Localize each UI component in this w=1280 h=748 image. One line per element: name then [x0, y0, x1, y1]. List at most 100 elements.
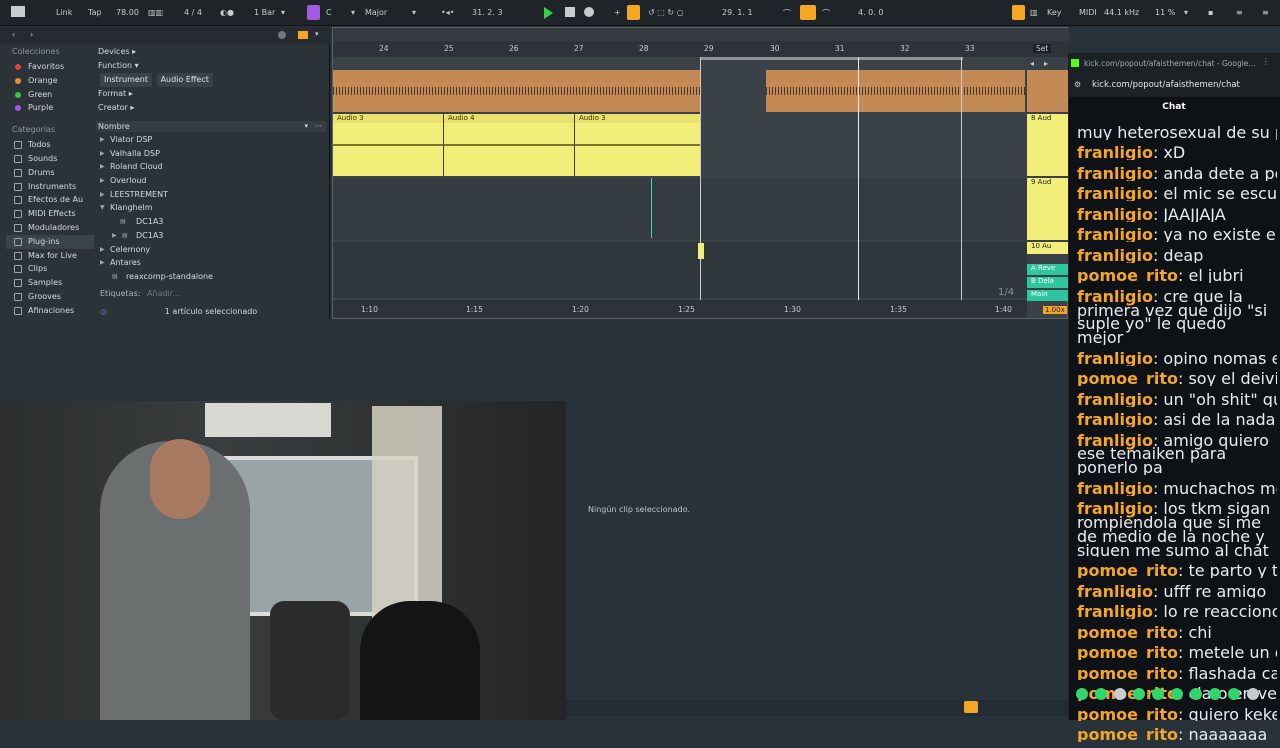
filter-function[interactable]: Function ▾ — [96, 59, 324, 73]
tags-input[interactable]: Añadir... — [147, 289, 180, 298]
category-sounds[interactable]: Sounds — [6, 152, 94, 166]
draw-mode-button[interactable] — [1012, 5, 1025, 20]
more-options-icon[interactable]: ⋯ — [315, 121, 322, 132]
category-midi-effects[interactable]: MIDI Effects — [6, 207, 94, 221]
metronome-icon[interactable]: ▥▥ — [148, 8, 163, 17]
emote-icon[interactable] — [1209, 688, 1221, 700]
expand-arrow-icon[interactable]: ▶ — [100, 160, 105, 174]
emote-icon[interactable] — [1190, 688, 1202, 700]
return-track-header[interactable]: A Reve — [1027, 264, 1069, 275]
chat-username[interactable]: franligio — [1077, 167, 1153, 181]
menu-lines-icon[interactable]: ≡ — [1262, 8, 1269, 17]
punch-out-icon[interactable]: ⌒ — [822, 8, 830, 19]
tree-item[interactable]: ▶ Viator DSP — [96, 133, 326, 147]
expand-arrow-icon[interactable]: ▶ — [100, 174, 105, 188]
key-map-button[interactable]: Key — [1047, 8, 1062, 17]
chat-username[interactable]: pomoe_rito — [1077, 564, 1178, 578]
warning-icon[interactable] — [964, 701, 978, 713]
category-instruments[interactable]: Instruments — [6, 180, 94, 194]
back-arrow-icon[interactable]: ‹ — [12, 30, 15, 39]
loop-button[interactable] — [800, 5, 816, 20]
category-grooves[interactable]: Grooves — [6, 290, 94, 304]
chip-audio-effect[interactable]: Audio Effect — [156, 73, 213, 87]
empty-lane[interactable] — [333, 178, 1027, 240]
search-field[interactable] — [46, 30, 272, 40]
record-icon[interactable] — [584, 7, 594, 17]
collection-purple[interactable]: Purple — [6, 101, 94, 115]
loop-start[interactable]: 29. 1. 1 — [722, 8, 753, 17]
tempo-field[interactable]: 78.00 — [116, 8, 139, 17]
audio-clip[interactable]: Audio 4 — [444, 114, 574, 176]
audio-clip[interactable]: Audio 3 — [575, 114, 700, 176]
audio-clip[interactable] — [766, 70, 1025, 112]
site-settings-icon[interactable]: ⚙ — [1074, 80, 1081, 89]
category-plugins[interactable]: Plug-ins — [6, 234, 94, 249]
link-button[interactable]: Link — [56, 8, 72, 17]
track-header[interactable]: 10 Au — [1027, 242, 1069, 254]
emote-icon[interactable] — [1152, 688, 1164, 700]
category-samples[interactable]: Samples — [6, 276, 94, 290]
audio-clip[interactable]: Audio 3 — [333, 114, 443, 176]
collection-green[interactable]: Green — [6, 88, 94, 102]
arrangement-view[interactable]: 24 25 26 27 28 29 30 31 32 33 Set Audio … — [332, 27, 1069, 319]
track-header[interactable] — [1027, 70, 1069, 112]
tree-item[interactable]: ▶ Antares — [96, 256, 326, 270]
emote-icon[interactable] — [1114, 688, 1126, 700]
scale-select[interactable]: Major — [365, 8, 387, 17]
key-select[interactable]: C — [326, 8, 332, 17]
category-max-for-live[interactable]: Max for Live — [6, 249, 94, 263]
set-label[interactable]: Set — [1033, 44, 1052, 53]
chat-username[interactable]: pomoe_rito — [1077, 626, 1178, 640]
forward-arrow-icon[interactable]: › — [30, 30, 33, 39]
name-column-header[interactable]: Nombre ▾ ⋯ — [96, 121, 326, 132]
sort-icon[interactable]: ▾ — [304, 121, 308, 132]
return-track-header[interactable]: B Dela — [1027, 277, 1069, 288]
arrangement-position[interactable]: 31. 2. 3 — [472, 8, 503, 17]
automation-arm-button[interactable] — [627, 5, 640, 20]
time-signature[interactable]: 4 / 4 — [184, 8, 202, 17]
hot-swap-icon[interactable]: ◎ — [100, 307, 107, 316]
forward-arrow-icon[interactable]: ▸ — [1044, 59, 1048, 68]
expand-arrow-icon[interactable]: ▶ — [100, 188, 105, 202]
clear-search-icon[interactable] — [278, 31, 286, 39]
loop-length[interactable]: 4. 0. 0 — [858, 8, 883, 17]
category-clips[interactable]: Clips — [6, 262, 94, 276]
category-todos[interactable]: Todos — [6, 138, 94, 152]
bar-ruler[interactable]: 24 25 26 27 28 29 30 31 32 33 Set — [333, 41, 1069, 57]
category-audio-effects[interactable]: Efectos de Au — [6, 193, 94, 207]
punch-in-icon[interactable]: ⌒ — [783, 8, 791, 19]
emote-icon[interactable] — [1171, 688, 1183, 700]
emote-icon[interactable] — [1133, 688, 1145, 700]
dropdown-chevron-icon[interactable]: ▾ — [315, 30, 319, 38]
warp-marker-icon[interactable] — [698, 243, 704, 259]
view-toggle-icon[interactable] — [11, 6, 25, 17]
filter-devices[interactable]: Devices ▸ — [96, 45, 324, 59]
chat-username[interactable]: franligio — [1077, 413, 1153, 427]
address-bar[interactable]: kick.com/popout/afaisthemen/chat — [1092, 80, 1240, 90]
chat-username[interactable]: pomoe_rito — [1077, 646, 1178, 660]
filter-creator[interactable]: Creator ▸ — [96, 101, 324, 115]
follow-icon[interactable]: ◐● — [220, 8, 234, 17]
tap-button[interactable]: Tap — [88, 8, 102, 17]
collection-orange[interactable]: Orange — [6, 74, 94, 88]
filter-format[interactable]: Format ▸ — [96, 87, 324, 101]
chip-instrument[interactable]: Instrument — [100, 73, 153, 87]
collapse-arrow-icon[interactable]: ▼ — [100, 201, 105, 215]
stop-icon[interactable] — [565, 7, 575, 17]
tree-item[interactable]: ▼ Klanghelm — [96, 201, 326, 215]
chat-username[interactable]: franligio — [1077, 249, 1153, 263]
computer-midi-icon[interactable]: ▥ — [1030, 8, 1038, 17]
grid-value[interactable]: 1/4 — [998, 287, 1014, 298]
chat-username[interactable]: franligio — [1077, 482, 1153, 496]
tree-item[interactable]: ▤ DC1A3 — [96, 215, 326, 229]
emote-icon[interactable] — [1228, 688, 1240, 700]
overdub-icon[interactable]: + — [614, 8, 621, 17]
emote-icon[interactable] — [1076, 688, 1088, 700]
quantize-select[interactable]: 1 Bar — [254, 8, 275, 17]
category-tunings[interactable]: Afinaciones — [6, 304, 94, 318]
back-arrow-icon[interactable]: ◂ — [1030, 59, 1034, 68]
chat-username[interactable]: pomoe_rito — [1077, 269, 1178, 283]
main-track-header[interactable]: Main — [1027, 290, 1069, 301]
expand-arrow-icon[interactable]: ▶ — [100, 133, 105, 147]
midi-map-button[interactable]: MIDI — [1079, 8, 1097, 17]
